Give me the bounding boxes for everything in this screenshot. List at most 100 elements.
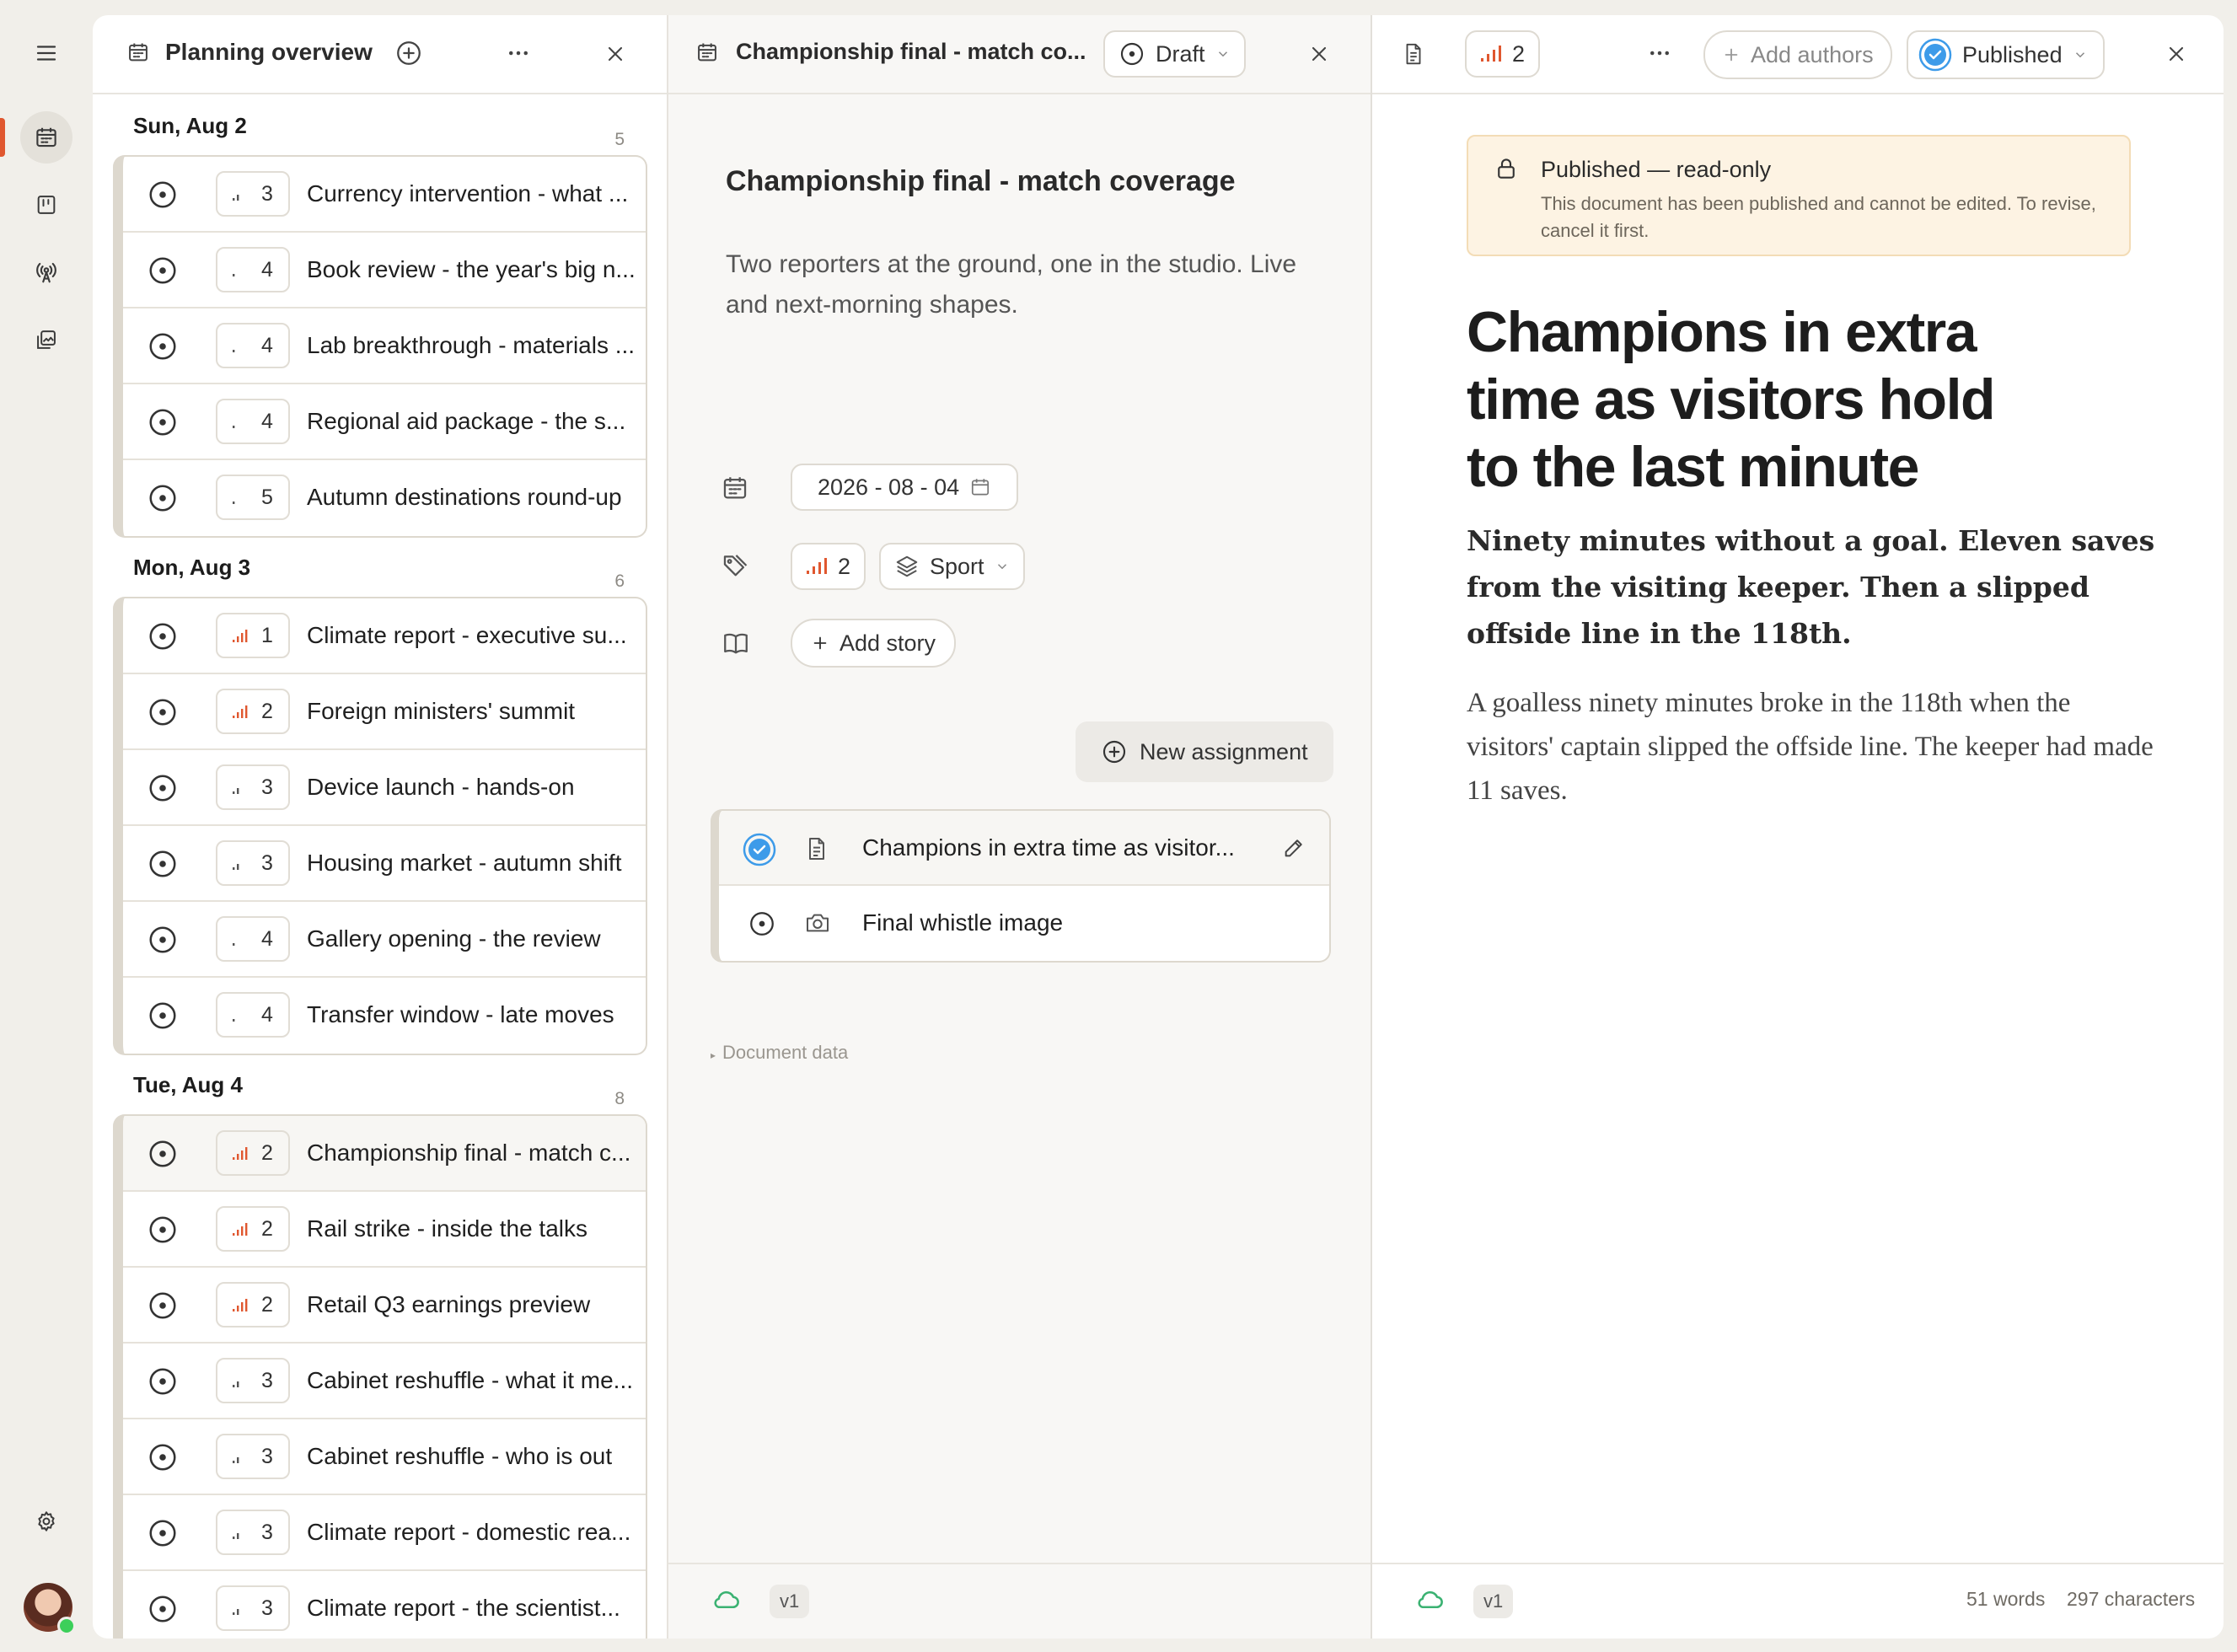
status-circle-icon[interactable] [147, 179, 179, 211]
document-data-toggle[interactable]: ▸ Document data [711, 1042, 848, 1064]
planning-row[interactable]: 4 Gallery opening - the review [123, 902, 646, 978]
assignment-title: Champions in extra time as visitor... [862, 834, 1235, 861]
cloud-sync-icon [1414, 1586, 1445, 1612]
status-circle-icon[interactable] [147, 772, 179, 804]
board-nav-icon[interactable] [20, 179, 72, 231]
chevron-down-icon [2075, 52, 2084, 58]
priority-badge: 2 [216, 1206, 290, 1252]
close-icon[interactable] [1307, 42, 1331, 66]
edit-pencil-icon[interactable] [1282, 836, 1306, 860]
planning-row-title: Currency intervention - what ... [307, 180, 629, 206]
priority-value: 2 [838, 553, 851, 579]
status-circle-icon[interactable] [147, 620, 179, 652]
planning-row[interactable]: 4 Lab breakthrough - materials ... [123, 308, 646, 384]
date-picker[interactable]: 2026 - 08 - 04 [791, 464, 1019, 511]
status-circle-icon[interactable] [147, 1000, 179, 1032]
add-story-button[interactable]: Add story [791, 619, 957, 668]
planning-row[interactable]: 2 Retail Q3 earnings preview [123, 1268, 646, 1344]
close-icon[interactable] [604, 42, 627, 66]
planning-item-title[interactable]: Championship final - match coverage [726, 165, 1236, 198]
planning-row-title: Foreign ministers' summit [307, 698, 576, 724]
calendar-icon [695, 40, 719, 64]
status-circle-icon[interactable] [147, 330, 179, 362]
menu-icon[interactable] [20, 27, 72, 79]
add-authors-button[interactable]: Add authors [1703, 30, 1892, 79]
day-heading: Sun, Aug 2 [133, 113, 247, 138]
priority-selector[interactable]: 2 [791, 543, 866, 590]
planning-item-header-title: Championship final - match co... [736, 39, 1086, 64]
planning-row[interactable]: 2 Foreign ministers' summit [123, 674, 646, 750]
priority-badge: 3 [216, 1358, 290, 1403]
add-circle-icon [1102, 740, 1126, 764]
user-avatar[interactable] [24, 1583, 76, 1635]
priority-bars-icon [233, 426, 235, 428]
planning-row[interactable]: 1 Climate report - executive su... [123, 598, 646, 674]
planning-row[interactable]: 3 Device launch - hands-on [123, 750, 646, 826]
planning-row[interactable]: 3 Cabinet reshuffle - who is out [123, 1419, 646, 1495]
priority-bars-icon [233, 1299, 248, 1311]
close-icon[interactable] [2165, 42, 2188, 66]
assignment-row[interactable]: Final whistle image [719, 886, 1329, 961]
planning-row[interactable]: 3 Housing market - autumn shift [123, 826, 646, 902]
status-circle-icon[interactable] [147, 924, 179, 956]
status-circle-icon[interactable] [147, 1138, 179, 1170]
priority-bars-icon [233, 195, 239, 201]
status-circle-icon[interactable] [147, 1290, 179, 1322]
status-circle-icon[interactable] [147, 696, 179, 728]
planning-row[interactable]: 3 Climate report - domestic rea... [123, 1495, 646, 1571]
status-circle-icon[interactable] [147, 1365, 179, 1397]
status-dropdown[interactable]: Published [1907, 30, 2105, 79]
draft-status-icon[interactable] [748, 909, 776, 938]
status-circle-icon[interactable] [147, 406, 179, 438]
planning-row[interactable]: 5 Autumn destinations round-up [123, 460, 646, 536]
priority-value: 3 [261, 850, 273, 875]
planning-row-title: Book review - the year's big n... [307, 256, 636, 282]
assignment-row[interactable]: Champions in extra time as visitor... [719, 811, 1329, 886]
priority-badge: 3 [216, 171, 290, 217]
planning-row[interactable]: 3 Climate report - the scientist... [123, 1571, 646, 1639]
broadcast-nav-icon[interactable] [20, 246, 72, 298]
priority-badge: 5 [216, 475, 290, 520]
priority-selector[interactable]: 2 [1465, 30, 1541, 78]
media-nav-icon[interactable] [20, 314, 72, 366]
new-assignment-label: New assignment [1140, 738, 1308, 764]
new-assignment-button[interactable]: New assignment [1076, 721, 1333, 782]
status-dropdown[interactable]: Draft [1103, 30, 1246, 78]
status-circle-icon[interactable] [147, 482, 179, 514]
priority-bars-icon [233, 630, 248, 642]
add-planning-icon[interactable] [394, 39, 423, 67]
planning-row[interactable]: 2 Rail strike - inside the talks [123, 1192, 646, 1268]
day-count: 6 [614, 571, 625, 591]
cloud-sync-icon [711, 1586, 741, 1612]
planning-row[interactable]: 4 Regional aid package - the s... [123, 384, 646, 460]
more-options-icon[interactable] [506, 40, 531, 66]
status-label: Published [1962, 41, 2063, 67]
planning-row-title: Climate report - the scientist... [307, 1595, 620, 1621]
planning-row[interactable]: 4 Transfer window - late moves [123, 978, 646, 1054]
planning-row[interactable]: 3 Cabinet reshuffle - what it me... [123, 1344, 646, 1419]
caret-right-icon: ▸ [711, 1049, 716, 1061]
status-circle-icon[interactable] [147, 848, 179, 880]
done-status-icon[interactable] [743, 833, 776, 866]
article-headline: Champions in extra time as visitors hold… [1467, 300, 1996, 499]
planning-row[interactable]: 3 Currency intervention - what ... [123, 157, 646, 233]
planning-row[interactable]: 2 Championship final - match c... [123, 1116, 646, 1192]
status-circle-icon[interactable] [147, 1593, 179, 1625]
status-circle-icon[interactable] [147, 255, 179, 287]
date-value: 2026 - 08 - 04 [818, 474, 960, 500]
planning-item-description[interactable]: Two reporters at the ground, one in the … [726, 244, 1316, 325]
status-circle-icon[interactable] [147, 1517, 179, 1549]
section-dropdown[interactable]: Sport [879, 543, 1025, 590]
character-count: 297 characters [2067, 1588, 2196, 1610]
settings-icon[interactable] [20, 1495, 72, 1547]
priority-value: 2 [1512, 40, 1526, 67]
calendar-nav-icon[interactable] [20, 111, 72, 164]
priority-badge: 4 [216, 323, 290, 368]
status-circle-icon[interactable] [147, 1214, 179, 1246]
more-options-icon[interactable] [1647, 40, 1672, 66]
version-tag: v1 [1473, 1585, 1514, 1618]
planning-row[interactable]: 4 Book review - the year's big n... [123, 233, 646, 308]
tag-icon [721, 551, 749, 580]
status-circle-icon[interactable] [147, 1441, 179, 1473]
priority-badge: 2 [216, 1282, 290, 1328]
